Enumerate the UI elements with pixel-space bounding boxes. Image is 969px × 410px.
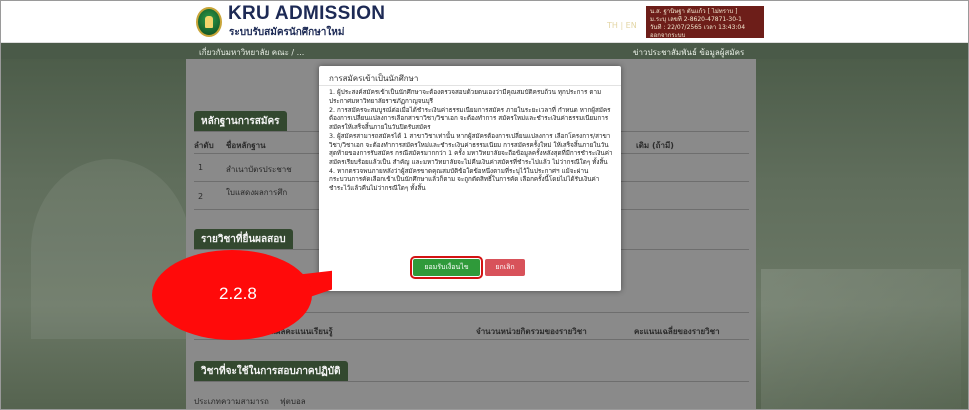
row2-doc: ใบแสดงผลการศึก (226, 188, 288, 197)
term-item-1: 1. ผู้ประสงค์สมัครเข้าเป็นนักศึกษาจะต้อง… (329, 89, 602, 105)
user-name: น.ส. ฐานิษฐา ตันแก้ว [ ไม่ทราบ ] (650, 8, 738, 15)
cancel-button[interactable]: ยกเลิก (485, 259, 525, 276)
terms-list: 1. ผู้ประสงค์สมัครเข้าเป็นนักศึกษาจะต้อง… (329, 89, 613, 194)
application-terms-modal: การสมัครเข้าเป็นนักศึกษา 1. ผู้ประสงค์สม… (319, 66, 621, 291)
section-practical-title: วิชาที่จะใช้ในการสอบภาคปฏิบัติ (194, 361, 348, 382)
col-score-header: คะแนนเฉลี่ยของรายวิชา (634, 327, 720, 336)
user-id: ม.ระบุ เลขที่ 2-8620-47871-30-1 (650, 16, 743, 23)
col-doc-header: ชื่อหลักฐาน (226, 141, 266, 150)
language-switcher[interactable]: TH | EN (607, 21, 637, 30)
step-callout-label: 2.2.8 (219, 284, 257, 303)
row1-no: 1 (198, 163, 204, 172)
col-credits-header: จำนวนหน่วยกิตรวมของรายวิชา (476, 327, 587, 336)
brand-title: KRU ADMISSION (228, 3, 386, 24)
term-item-3: 3. ผู้สมัครสามารถสมัครได้ 1 สาขาวิชาเท่า… (329, 132, 613, 166)
accept-terms-button[interactable]: ยอมรับเงื่อนไข (410, 256, 483, 279)
col-no-header: ลำดับ (194, 141, 214, 150)
brand-subtitle: ระบบรับสมัครนักศึกษาใหม่ (229, 27, 345, 38)
screenshot-frame: KRU ADMISSION ระบบรับสมัครนักศึกษาใหม่ T… (0, 0, 969, 410)
practical-type-value: ฟุตบอล (280, 397, 306, 406)
modal-title: การสมัครเข้าเป็นนักศึกษา (329, 74, 419, 83)
university-logo-icon (196, 7, 222, 37)
row1-doc: สำเนาบัตรประชาช (226, 165, 292, 174)
col-right-header: เดิม (ถ้ามี) (636, 141, 674, 150)
nav-about-link[interactable]: เกี่ยวกับมหาวิทยาลัย คณะ / ... (199, 46, 304, 59)
user-info-box: น.ส. ฐานิษฐา ตันแก้ว [ ไม่ทราบ ] ม.ระบุ … (646, 6, 764, 40)
practical-type-label: ประเภทความสามารถ (194, 397, 269, 406)
user-datetime: วันที่ : 22/07/2565 เวลา 13:43:04 (650, 24, 746, 31)
row2-no: 2 (198, 192, 204, 201)
term-item-4: 4. หากตรวจพบภายหลังว่าผู้สมัครขาดคุณสมบั… (329, 167, 600, 193)
term-item-2: 2. การสมัครจะสมบูรณ์ต่อเมื่อได้ชำระเงินค… (329, 106, 611, 131)
logout-link[interactable]: ออกจากระบบ (650, 32, 760, 40)
section-documents-title: หลักฐานการสมัคร (194, 111, 287, 132)
site-header: KRU ADMISSION ระบบรับสมัครนักศึกษาใหม่ T… (1, 1, 968, 43)
nav-news-applicant-links[interactable]: ข่าวประชาสัมพันธ์ ข้อมูลผู้สมัคร (633, 46, 744, 59)
main-nav: เกี่ยวกับมหาวิทยาลัย คณะ / ... ข่าวประชา… (1, 43, 968, 59)
